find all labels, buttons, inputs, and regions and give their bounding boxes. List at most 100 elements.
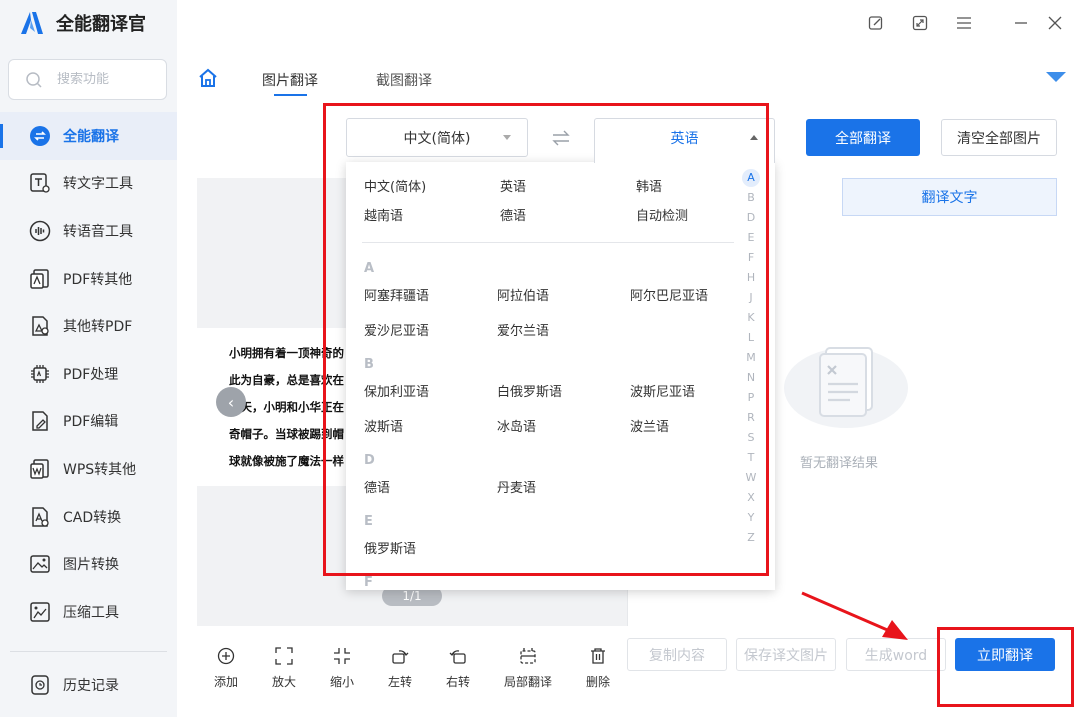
- sidebar-item-image[interactable]: 图片转换: [0, 540, 177, 588]
- sidebar-item-audio-tool[interactable]: 转语音工具: [0, 207, 177, 255]
- language-option[interactable]: 波斯尼亚语: [630, 381, 695, 400]
- home-icon[interactable]: [198, 68, 218, 88]
- copy-content-button[interactable]: 复制内容: [627, 638, 727, 671]
- alphabet-index-s[interactable]: S: [742, 431, 760, 444]
- rotate-left-button[interactable]: 左转: [375, 645, 425, 690]
- translated-text-tab[interactable]: 翻译文字: [842, 178, 1057, 216]
- image-text-line: 球就像被施了魔法一样: [229, 454, 344, 468]
- sidebar-item-compress[interactable]: 压缩工具: [0, 588, 177, 636]
- target-language-select[interactable]: 英语: [594, 118, 775, 163]
- zoom-out-button[interactable]: 缩小: [317, 645, 367, 690]
- generate-word-button[interactable]: 生成word: [846, 638, 946, 671]
- alphabet-index-k[interactable]: K: [742, 311, 760, 324]
- sidebar-item-history[interactable]: 历史记录: [0, 661, 177, 709]
- chevron-left-icon: ‹: [227, 392, 235, 412]
- search-box[interactable]: [8, 59, 167, 100]
- alphabet-index-r[interactable]: R: [742, 411, 760, 424]
- chevron-up-icon: [750, 135, 758, 140]
- pdf-export-icon: [29, 268, 51, 290]
- sidebar-nav: 全能翻译 转文字工具 转语音工具 PDF转其他 其他转PDF PDF处理 PDF…: [0, 112, 177, 636]
- search-input[interactable]: [57, 72, 147, 87]
- language-option[interactable]: 英语: [500, 176, 526, 195]
- language-option[interactable]: 韩语: [636, 176, 662, 195]
- source-language-value: 中文(简体): [403, 130, 471, 147]
- language-option[interactable]: 丹麦语: [497, 477, 536, 496]
- close-button[interactable]: [1045, 12, 1065, 34]
- app-logo: 全能翻译官: [18, 10, 146, 36]
- partial-translate-button[interactable]: 局部翻译: [503, 645, 553, 690]
- prev-image-button[interactable]: ‹: [216, 387, 246, 417]
- sidebar-item-wps[interactable]: WPS转其他: [0, 445, 177, 493]
- save-translated-image-button[interactable]: 保存译文图片: [736, 638, 836, 671]
- note-button[interactable]: [866, 12, 886, 34]
- group-letter: E: [364, 514, 373, 529]
- translate-now-button[interactable]: 立即翻译: [955, 638, 1055, 671]
- alphabet-index-x[interactable]: X: [742, 491, 760, 504]
- alphabet-index-b[interactable]: B: [742, 191, 760, 204]
- language-option[interactable]: 中文(简体): [364, 176, 426, 195]
- language-option[interactable]: 德语: [364, 477, 390, 496]
- translate-all-button[interactable]: 全部翻译: [806, 119, 920, 156]
- delete-button[interactable]: 删除: [573, 645, 623, 690]
- language-option[interactable]: 白俄罗斯语: [497, 381, 562, 400]
- source-language-select[interactable]: 中文(简体): [346, 118, 528, 157]
- sidebar-item-pdf-to-other[interactable]: PDF转其他: [0, 255, 177, 303]
- image-text-line: 小明拥有着一顶神奇的: [229, 346, 344, 360]
- language-option[interactable]: 阿拉伯语: [497, 285, 549, 304]
- menu-icon: [957, 17, 971, 29]
- pdf-import-icon: [29, 315, 51, 337]
- language-option[interactable]: 自动检测: [636, 205, 688, 224]
- alphabet-index-t[interactable]: T: [742, 451, 760, 464]
- alphabet-index-d[interactable]: D: [742, 211, 760, 224]
- alphabet-index-n[interactable]: N: [742, 371, 760, 384]
- alphabet-index-j[interactable]: J: [742, 291, 760, 304]
- minimize-button[interactable]: [1011, 12, 1031, 34]
- tab-screenshot-translate[interactable]: 截图翻译: [376, 70, 432, 90]
- menu-button[interactable]: [954, 12, 974, 34]
- alphabet-index-m[interactable]: M: [742, 351, 760, 364]
- sidebar-item-label: 压缩工具: [63, 604, 119, 621]
- sidebar-item-cad[interactable]: CAD转换: [0, 493, 177, 541]
- language-option[interactable]: 冰岛语: [497, 416, 536, 435]
- sidebar-item-pdf-process[interactable]: PDF处理: [0, 350, 177, 398]
- language-option[interactable]: 波兰语: [630, 416, 669, 435]
- alphabet-index-f[interactable]: F: [742, 251, 760, 264]
- alphabet-index-z[interactable]: Z: [742, 531, 760, 544]
- language-option[interactable]: 保加利亚语: [364, 381, 429, 400]
- sidebar-item-label: 转文字工具: [63, 176, 133, 193]
- sidebar: 全能翻译官 全能翻译 转文字工具 转语音工具 PDF转其他 其他转PDF: [0, 0, 177, 717]
- app-title: 全能翻译官: [56, 14, 146, 35]
- language-option[interactable]: 爱尔兰语: [497, 320, 549, 339]
- edit-doc-icon: [29, 410, 51, 432]
- add-button[interactable]: 添加: [201, 645, 251, 690]
- alphabet-index-y[interactable]: Y: [742, 511, 760, 524]
- swap-languages-icon[interactable]: [552, 130, 570, 146]
- alphabet-index-w[interactable]: W: [742, 471, 760, 484]
- sidebar-item-other-to-pdf[interactable]: 其他转PDF: [0, 302, 177, 350]
- image-text-line: 这天，小明和小华正在: [229, 400, 344, 414]
- resize-button[interactable]: [910, 12, 930, 34]
- sidebar-item-text-tool[interactable]: 转文字工具: [0, 160, 177, 208]
- language-option[interactable]: 德语: [500, 205, 526, 224]
- tab-image-translate[interactable]: 图片翻译: [262, 70, 318, 90]
- collapse-arrow-icon[interactable]: [1046, 72, 1066, 82]
- language-option[interactable]: 阿尔巴尼亚语: [630, 285, 708, 304]
- language-option[interactable]: 俄罗斯语: [364, 538, 416, 557]
- tool-label: 右转: [445, 675, 470, 689]
- alphabet-index-p[interactable]: P: [742, 391, 760, 404]
- sidebar-item-pdf-edit[interactable]: PDF编辑: [0, 398, 177, 446]
- alphabet-index-e[interactable]: E: [742, 231, 760, 244]
- language-option[interactable]: 爱沙尼亚语: [364, 320, 429, 339]
- sidebar-item-translate[interactable]: 全能翻译: [0, 112, 177, 160]
- zoom-in-button[interactable]: 放大: [259, 645, 309, 690]
- alphabet-index-l[interactable]: L: [742, 331, 760, 344]
- rotate-right-button[interactable]: 右转: [433, 645, 483, 690]
- alphabet-index-a[interactable]: A: [742, 169, 760, 187]
- language-option[interactable]: 越南语: [364, 205, 403, 224]
- clear-all-images-button[interactable]: 清空全部图片: [941, 119, 1057, 156]
- empty-result-icon: [784, 347, 908, 428]
- language-option[interactable]: 阿塞拜疆语: [364, 285, 429, 304]
- resize-icon: [912, 15, 928, 31]
- alphabet-index-h[interactable]: H: [742, 271, 760, 284]
- language-option[interactable]: 波斯语: [364, 416, 403, 435]
